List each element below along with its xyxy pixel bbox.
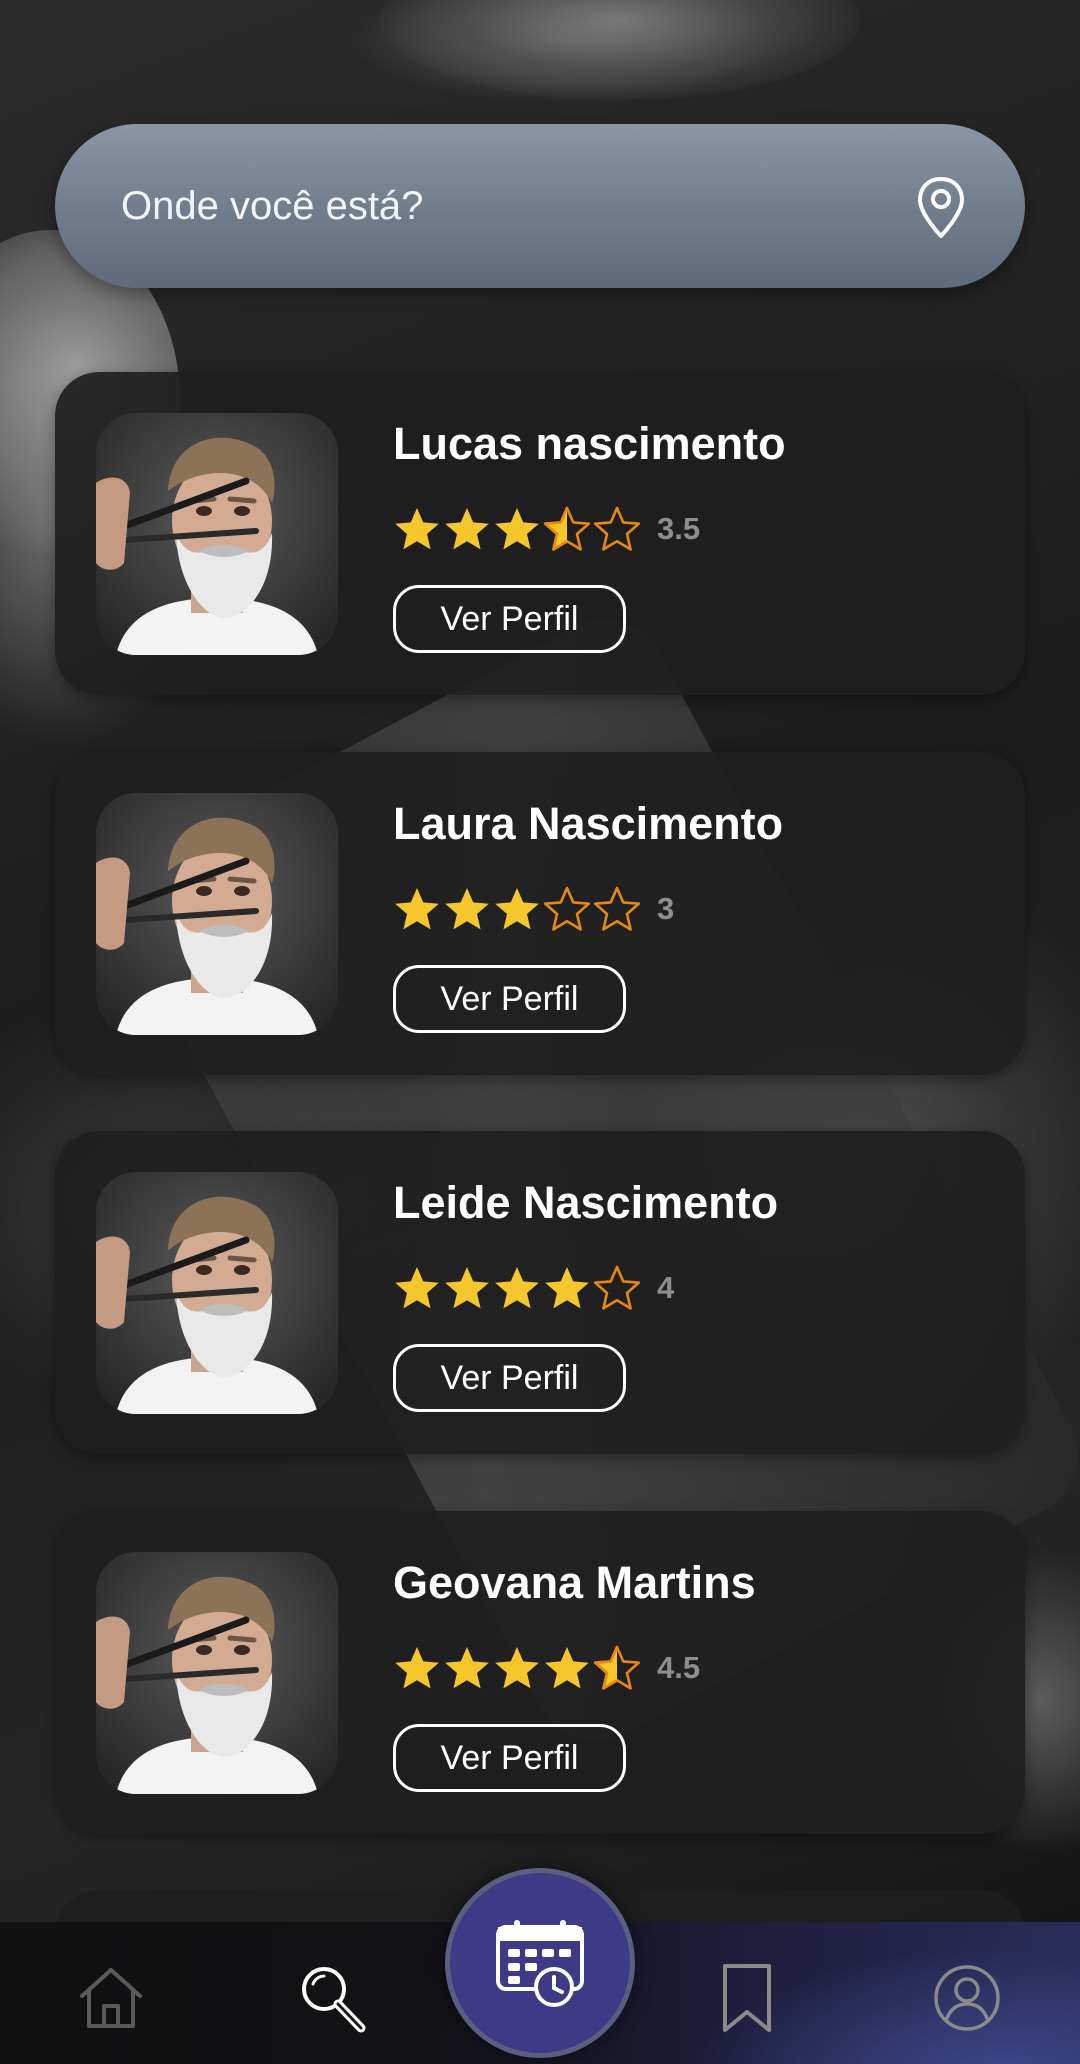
star-full-icon (395, 1267, 439, 1309)
star-full-icon (395, 1647, 439, 1689)
star-rating: 3 (393, 883, 674, 935)
barber-avatar (96, 1172, 338, 1414)
barber-portrait-image (96, 793, 338, 1035)
location-search-input[interactable] (121, 124, 881, 288)
star-full-icon (395, 508, 439, 550)
star-full-icon (445, 1647, 489, 1689)
barber-avatar (96, 1552, 338, 1794)
view-profile-button[interactable]: Ver Perfil (393, 585, 626, 653)
barber-portrait-image (96, 1552, 338, 1794)
search-bar[interactable] (55, 124, 1025, 288)
star-full-icon (495, 508, 539, 550)
barber-card: Geovana Martins 4.5 Ver Perfil (55, 1511, 1025, 1834)
star-rating: 3.5 (393, 503, 700, 555)
barber-portrait-image (96, 1172, 338, 1414)
nav-home[interactable] (73, 1960, 149, 2036)
rating-value: 4.5 (657, 1650, 701, 1685)
star-full-icon (495, 1267, 539, 1309)
star-full-icon (395, 888, 439, 930)
star-empty-icon (593, 886, 641, 931)
star-full-icon (445, 1267, 489, 1309)
barber-name: Lucas nascimento (393, 418, 786, 469)
barber-name: Geovana Martins (393, 1557, 756, 1608)
barber-avatar (96, 413, 338, 655)
star-full-icon (445, 888, 489, 930)
barber-name: Laura Nascimento (393, 798, 784, 849)
user-circle-icon (934, 1965, 1000, 2031)
barber-portrait-image (96, 413, 338, 655)
star-full-icon (445, 508, 489, 550)
rating-value: 4 (657, 1270, 675, 1305)
barber-name: Leide Nascimento (393, 1177, 779, 1228)
barber-card: Laura Nascimento 3 Ver Perfil (55, 752, 1025, 1075)
background-jar-lid (380, 0, 860, 100)
barber-card: Lucas nascimento 3.5 Ver Perfil (55, 372, 1025, 695)
star-half-icon (543, 506, 591, 551)
star-empty-icon (543, 886, 591, 931)
rating-value: 3 (657, 891, 675, 926)
star-rating: 4 (393, 1262, 674, 1314)
nav-saved[interactable] (709, 1960, 785, 2036)
star-empty-icon (593, 1265, 641, 1310)
star-empty-icon (593, 506, 641, 551)
nav-profile[interactable] (929, 1960, 1005, 2036)
view-profile-button[interactable]: Ver Perfil (393, 1724, 626, 1792)
star-full-icon (495, 888, 539, 930)
barber-card: Leide Nascimento 4 Ver Perfil (55, 1131, 1025, 1454)
home-icon (80, 1968, 142, 2028)
search-icon (302, 1967, 366, 2033)
view-profile-button[interactable]: Ver Perfil (393, 965, 626, 1033)
screen: Lucas nascimento 3.5 Ver Perfil Laura Na… (0, 0, 1080, 2064)
map-pin-icon[interactable] (915, 176, 967, 240)
view-profile-button[interactable]: Ver Perfil (393, 1344, 626, 1412)
star-full-icon (545, 1267, 589, 1309)
bookmark-icon (723, 1964, 771, 2032)
star-full-icon (545, 1647, 589, 1689)
nav-search[interactable] (295, 1960, 371, 2036)
calendar-clock-icon (496, 1920, 584, 2007)
star-half-icon (593, 1645, 641, 1690)
rating-value: 3.5 (657, 511, 701, 546)
star-rating: 4.5 (393, 1642, 700, 1694)
nav-schedule-button[interactable] (445, 1868, 635, 2058)
star-full-icon (495, 1647, 539, 1689)
barber-avatar (96, 793, 338, 1035)
